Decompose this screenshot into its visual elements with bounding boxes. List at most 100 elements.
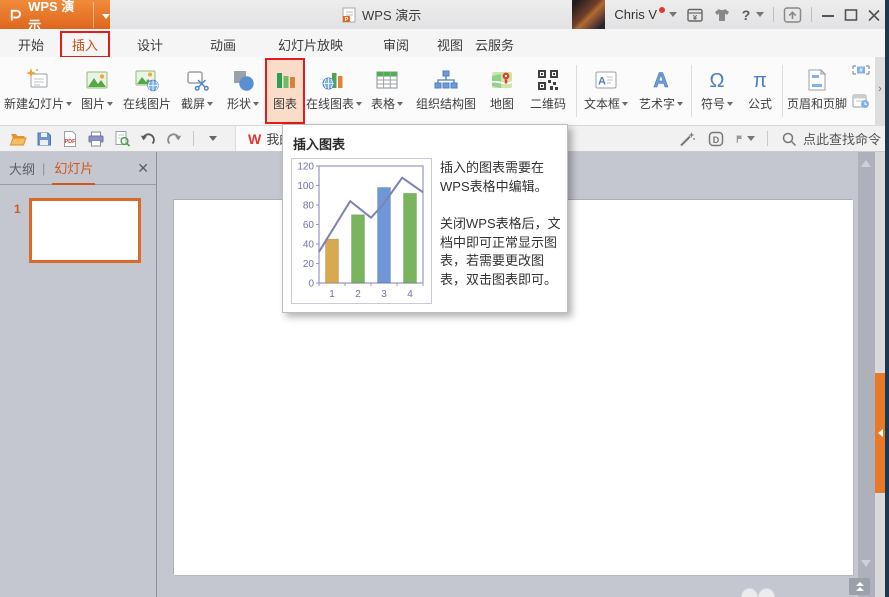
print-preview-icon <box>113 130 131 148</box>
wordart-label: 艺术字 <box>639 95 683 112</box>
qrcode-label: 二维码 <box>530 95 566 112</box>
tab-outline[interactable]: 大纲 <box>9 159 35 178</box>
save-button[interactable] <box>34 129 54 149</box>
export-pdf-button[interactable]: PDF <box>60 129 80 149</box>
picture-button[interactable]: 图片 <box>74 59 120 123</box>
close-button[interactable] <box>867 6 881 24</box>
task-pane-handle[interactable] <box>875 373 885 493</box>
ribbon-tab-云服务[interactable]: 云服务 <box>475 35 514 54</box>
scroll-up-icon[interactable] <box>861 160 871 167</box>
chart-button[interactable]: 图表 <box>266 59 304 123</box>
textbox-button[interactable]: A 文本框 <box>579 59 633 123</box>
toolbar-customize-caret[interactable] <box>203 129 223 149</box>
online-chart-button[interactable]: 在线图表 <box>304 59 364 123</box>
collapse-ribbon-icon <box>783 6 802 24</box>
find-command-label: 点此查找命令 <box>803 129 881 148</box>
ribbon-tab-插入[interactable]: 插入 <box>60 31 110 58</box>
print-preview-button[interactable] <box>112 129 132 149</box>
task-flag-icon <box>735 130 745 148</box>
wps-logo-icon <box>8 7 23 23</box>
slide-number-button[interactable]: # <box>851 61 871 84</box>
dropdown-caret-icon <box>677 102 683 106</box>
formula-button[interactable]: π公式 <box>740 59 780 123</box>
tooltip-body: 插入的图表需要在WPS表格中编辑。 关闭WPS表格后，文档中即可正常显示图表，若… <box>440 159 562 290</box>
shapes-button[interactable]: 形状 <box>220 59 266 123</box>
document-tab[interactable]: P WPS 演示 <box>332 0 431 29</box>
account-menu[interactable]: Chris V <box>614 7 677 22</box>
new-slide-icon <box>25 67 51 93</box>
tooltip-title: 插入图表 <box>293 134 345 153</box>
help-button[interactable]: ? <box>740 6 764 24</box>
slide-thumbnail[interactable] <box>29 198 141 263</box>
minimize-button[interactable] <box>821 6 835 24</box>
shapes-icon <box>230 67 256 93</box>
redo-button[interactable] <box>164 129 184 149</box>
svg-text:A: A <box>598 76 606 88</box>
maximize-button[interactable] <box>844 6 858 24</box>
ribbon-group-separator <box>576 65 577 117</box>
ribbon-tab-设计[interactable]: 设计 <box>137 35 163 54</box>
table-button[interactable]: 表格 <box>364 59 410 123</box>
chart-icon <box>272 67 298 93</box>
ribbon-extra-buttons: # <box>848 61 874 115</box>
date-icon <box>851 92 871 110</box>
textbox-label: 文本框 <box>584 95 628 112</box>
ribbon-tab-动画[interactable]: 动画 <box>210 35 236 54</box>
skin-icon <box>713 6 731 24</box>
ribbon-overflow-chevron[interactable]: › <box>875 83 885 95</box>
screenshot-icon <box>184 67 210 93</box>
open-folder-button[interactable] <box>8 129 28 149</box>
header-footer-button[interactable]: 页眉和页脚 <box>785 59 849 123</box>
undo-button[interactable] <box>138 129 158 149</box>
find-command-button[interactable]: 点此查找命令 <box>780 129 881 148</box>
wordart-icon: A <box>648 67 674 93</box>
print-icon <box>87 130 105 148</box>
scroll-down-icon[interactable] <box>861 560 871 567</box>
maximize-icon <box>844 6 858 24</box>
titlebar-right-controls: Chris V ¥? <box>572 0 881 29</box>
skin-button[interactable] <box>713 6 731 24</box>
ribbon-group-separator <box>691 65 692 117</box>
beautify-wand-button[interactable] <box>677 129 697 149</box>
wallet-button[interactable]: ¥ <box>686 6 704 24</box>
ribbon-tab-开始[interactable]: 开始 <box>18 35 44 54</box>
close-panel-icon[interactable]: ✕ <box>137 160 149 177</box>
scroll-jump-button[interactable] <box>849 578 870 595</box>
ribbon-tab-审阅[interactable]: 审阅 <box>383 35 409 54</box>
map-icon <box>489 67 515 93</box>
date-time-button[interactable] <box>851 92 871 115</box>
export-pdf-icon: PDF <box>61 130 79 148</box>
online-picture-button[interactable]: 在线图片 <box>120 59 174 123</box>
qrcode-button[interactable]: 二维码 <box>522 59 574 123</box>
app-menu-caret-icon[interactable] <box>93 2 110 28</box>
screenshot-button[interactable]: 截屏 <box>174 59 220 123</box>
svg-text:40: 40 <box>303 240 315 251</box>
app-menu-button[interactable]: WPS 演示 <box>0 0 110 29</box>
ribbon-tab-幻灯片放映[interactable]: 幻灯片放映 <box>278 35 343 54</box>
vertical-scrollbar[interactable] <box>858 152 875 597</box>
tab-slides[interactable]: 幻灯片 <box>52 152 95 185</box>
picture-icon <box>84 65 110 95</box>
svg-text:20: 20 <box>303 259 315 270</box>
save-icon <box>35 130 53 148</box>
svg-text:PDF: PDF <box>65 139 77 145</box>
symbol-button[interactable]: Ω符号 <box>694 59 740 123</box>
chart-preview: 0204060801001201234 <box>291 158 432 304</box>
ribbon-tab-视图[interactable]: 视图 <box>437 35 463 54</box>
slide-number-icon: # <box>851 61 871 79</box>
task-flag-button[interactable] <box>735 129 755 149</box>
map-button[interactable]: 地图 <box>482 59 522 123</box>
svg-text:2: 2 <box>355 289 361 300</box>
new-slide-button[interactable]: 新建幻灯片 <box>2 59 74 123</box>
wordart-button[interactable]: A 艺术字 <box>633 59 689 123</box>
tooltip-paragraph: 插入的图表需要在WPS表格中编辑。 <box>440 159 562 197</box>
titlebar-icon-buttons: ¥? <box>686 6 881 24</box>
dropdown-caret-icon <box>727 102 733 106</box>
online-picture-label: 在线图片 <box>123 95 171 112</box>
user-avatar[interactable] <box>572 0 605 29</box>
print-button[interactable] <box>86 129 106 149</box>
org-chart-button[interactable]: 组织结构图 <box>410 59 482 123</box>
docer-button[interactable]: D <box>706 129 726 149</box>
collapse-ribbon-button[interactable] <box>783 6 802 24</box>
dropdown-caret-icon <box>622 102 628 106</box>
